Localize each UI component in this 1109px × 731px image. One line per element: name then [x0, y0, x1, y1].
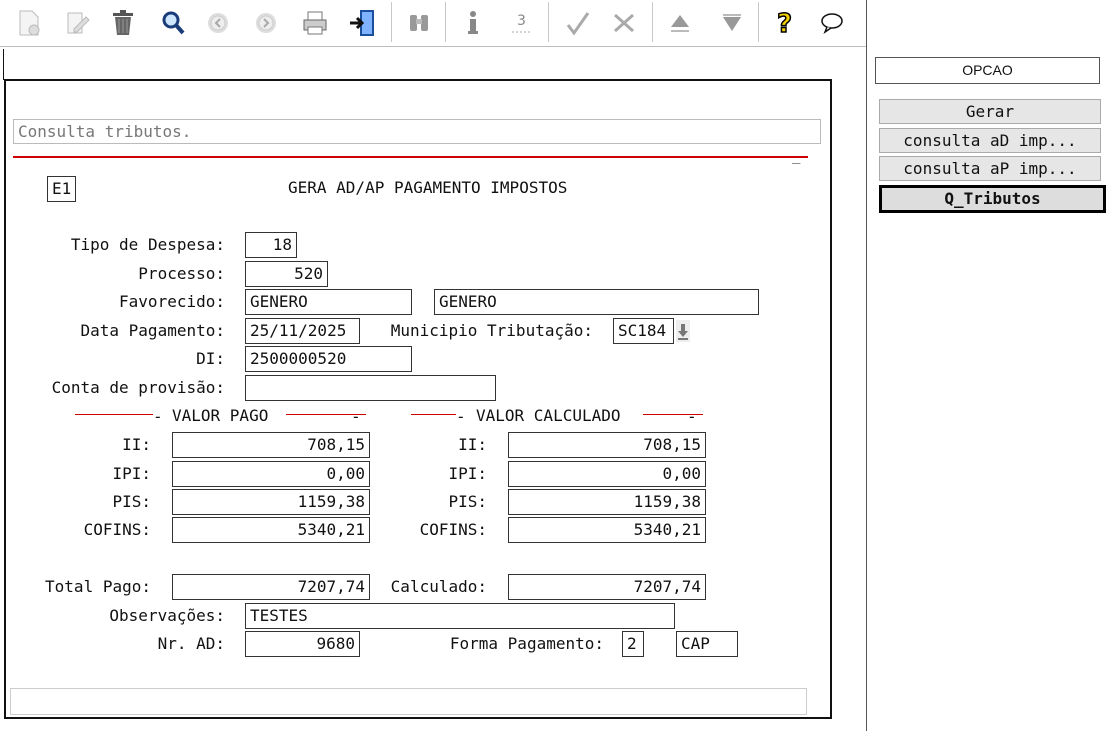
pago-ii-field[interactable]: 708,15	[172, 432, 370, 458]
calc-ii-field[interactable]: 708,15	[508, 432, 706, 458]
nr-ad-label: Nr. AD:	[157, 634, 225, 653]
status-line	[10, 688, 807, 715]
chat-icon[interactable]	[815, 6, 849, 40]
municipio-label: Municipio Tributação:	[390, 321, 593, 340]
favorecido-name-field[interactable]: GENERO	[434, 289, 759, 315]
q-tributos-button[interactable]: Q_Tributos	[879, 185, 1106, 213]
options-header: OPCAO	[875, 57, 1100, 84]
pago-cofins-field[interactable]: 5340,21	[172, 517, 370, 543]
prev-icon[interactable]	[201, 6, 235, 40]
sum-icon[interactable]: 3	[504, 6, 538, 40]
calc-pis-field[interactable]: 1159,38	[508, 489, 706, 515]
cancel-icon[interactable]	[607, 6, 641, 40]
di-label: DI:	[196, 349, 225, 368]
favorecido-label: Favorecido:	[119, 292, 225, 311]
section-dash: -	[456, 407, 466, 426]
pago-ipi-field[interactable]: 0,00	[172, 461, 370, 487]
toolbar-separator	[445, 2, 446, 42]
exit-icon[interactable]	[346, 6, 380, 40]
conta-provisao-field[interactable]	[245, 375, 496, 401]
di-field[interactable]: 2500000520	[245, 346, 412, 372]
frame-edge	[3, 49, 4, 80]
calculado-label: Calculado:	[390, 577, 487, 596]
company-code-field[interactable]: E1	[47, 176, 76, 202]
calculado-field[interactable]: 7207,74	[508, 574, 706, 600]
toolbar-separator	[652, 2, 653, 42]
data-pagamento-field[interactable]: 25/11/2025	[245, 318, 360, 344]
section-divider	[411, 414, 456, 415]
info-icon[interactable]	[456, 6, 490, 40]
total-pago-field[interactable]: 7207,74	[172, 574, 370, 600]
section-dash: -	[153, 407, 163, 426]
processo-label: Processo:	[138, 264, 225, 283]
next-icon[interactable]	[249, 6, 283, 40]
page-title: GERA AD/AP PAGAMENTO IMPOSTOS	[288, 178, 568, 197]
calc-ipi-label: IPI:	[448, 464, 487, 483]
observacoes-label: Observações:	[109, 606, 225, 625]
help-icon[interactable]: ?	[769, 6, 803, 40]
consulta-ad-button[interactable]: consulta aD imp...	[879, 128, 1101, 153]
valor-calculado-title: VALOR CALCULADO	[476, 406, 621, 425]
toolbar-separator	[548, 2, 549, 42]
processo-field[interactable]: 520	[245, 261, 328, 287]
nr-ad-field[interactable]: 9680	[245, 631, 360, 657]
total-pago-label: Total Pago:	[45, 577, 151, 596]
print-icon[interactable]	[298, 6, 332, 40]
pago-ipi-label: IPI:	[112, 464, 151, 483]
svg-text:3: 3	[517, 13, 526, 29]
svg-text:?: ?	[777, 9, 792, 38]
favorecido-field[interactable]: GENERO	[245, 289, 412, 315]
toolbar: 3 ?	[0, 0, 866, 47]
trash-icon[interactable]	[106, 6, 140, 40]
search-icon[interactable]	[156, 6, 190, 40]
panel-divider	[866, 0, 867, 731]
forma-pagamento-desc-field[interactable]: CAP	[676, 631, 738, 657]
dropdown-arrow-icon[interactable]	[676, 320, 690, 342]
consulta-ap-button[interactable]: consulta aP imp...	[879, 156, 1101, 181]
pago-cofins-label: COFINS:	[83, 520, 151, 539]
municipio-field[interactable]: SC184	[613, 318, 674, 344]
pago-pis-label: PIS:	[112, 492, 151, 511]
binoculars-icon[interactable]	[402, 6, 436, 40]
calc-cofins-field[interactable]: 5340,21	[508, 517, 706, 543]
pago-pis-field[interactable]: 1159,38	[172, 489, 370, 515]
data-pagamento-label: Data Pagamento:	[80, 321, 226, 340]
cursor-mark: _	[792, 148, 801, 164]
valor-pago-title: VALOR PAGO	[172, 406, 269, 425]
calc-ii-label: II:	[458, 435, 487, 454]
calc-cofins-label: COFINS:	[419, 520, 487, 539]
tipo-despesa-label: Tipo de Despesa:	[70, 235, 225, 254]
pago-ii-label: II:	[122, 435, 151, 454]
conta-provisao-label: Conta de provisão:	[51, 378, 225, 397]
new-doc-icon[interactable]	[12, 6, 46, 40]
forma-pagamento-label: Forma Pagamento:	[449, 634, 604, 653]
toolbar-separator	[758, 2, 759, 42]
calc-ipi-field[interactable]: 0,00	[508, 461, 706, 487]
forma-pagamento-code-field[interactable]: 2	[622, 631, 644, 657]
message-bar: Consulta tributos.	[13, 119, 821, 144]
edit-icon[interactable]	[60, 6, 94, 40]
calc-pis-label: PIS:	[448, 492, 487, 511]
check-icon[interactable]	[561, 6, 595, 40]
gerar-button[interactable]: Gerar	[879, 99, 1101, 124]
section-dash: -	[351, 407, 361, 426]
tipo-despesa-field[interactable]: 18	[245, 232, 297, 258]
section-dash: -	[687, 407, 697, 426]
section-divider	[75, 414, 153, 415]
down-icon[interactable]	[715, 6, 749, 40]
toolbar-separator	[391, 2, 392, 42]
message-divider	[13, 156, 808, 158]
observacoes-field[interactable]: TESTES	[245, 603, 675, 629]
up-icon[interactable]	[663, 6, 697, 40]
